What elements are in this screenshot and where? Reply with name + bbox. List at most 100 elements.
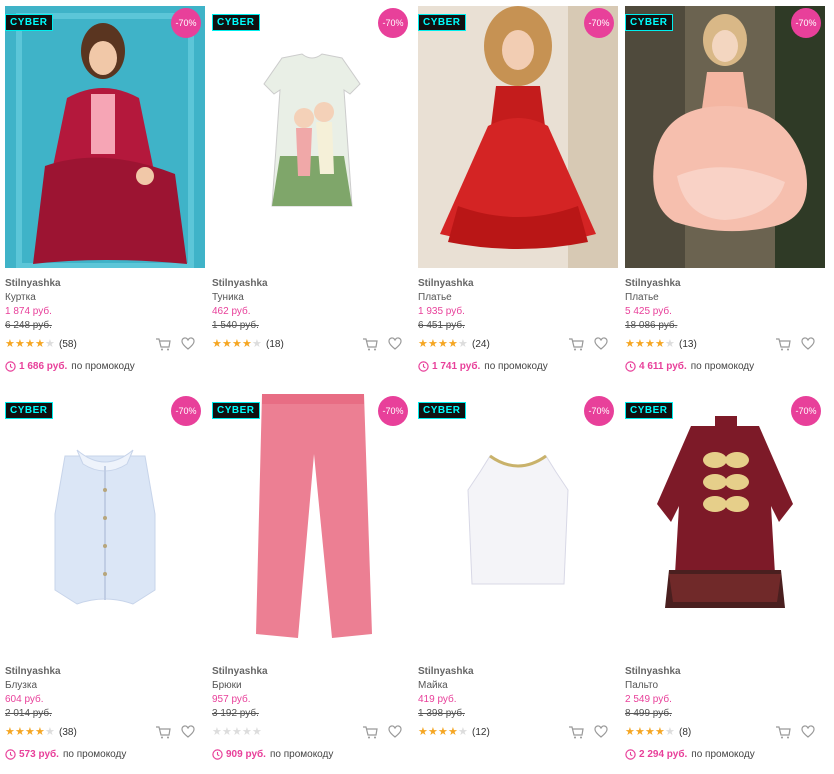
cyber-badge: CYBER	[625, 14, 673, 31]
product-old-price: 3 192 руб.	[212, 708, 259, 719]
product-type[interactable]: Туника	[212, 292, 244, 303]
promo-price: 2 294 руб.	[639, 749, 688, 760]
product-old-price: 8 499 руб.	[625, 708, 672, 719]
review-count[interactable]: (8)	[679, 727, 691, 738]
product-card[interactable]: CYBER -70% Stilnyashka Блузка 604 руб. 2…	[5, 394, 205, 774]
favorite-heart-icon[interactable]	[181, 725, 195, 739]
rating-stars: ★ ★ ★ ★ ★	[625, 338, 675, 350]
promo-label: по промокоду	[484, 361, 548, 372]
product-price: 1 935 руб.	[418, 306, 465, 317]
discount-badge: -70%	[378, 396, 408, 426]
star-icon: ★	[25, 726, 35, 738]
clock-icon	[625, 361, 636, 372]
product-card[interactable]: CYBER -70% Stilnyashka Майка 419 руб. 1 …	[418, 394, 618, 774]
product-image[interactable]	[418, 6, 618, 268]
product-price: 5 425 руб.	[625, 306, 672, 317]
product-type[interactable]: Куртка	[5, 292, 36, 303]
star-icon: ★	[458, 338, 468, 350]
favorite-heart-icon[interactable]	[594, 725, 608, 739]
clock-icon	[418, 361, 429, 372]
product-rating: ★ ★ ★ ★ ★	[212, 725, 266, 739]
review-count[interactable]: (24)	[472, 339, 490, 350]
favorite-heart-icon[interactable]	[801, 337, 815, 351]
product-brand[interactable]: Stilnyashka	[625, 666, 681, 677]
product-brand[interactable]: Stilnyashka	[212, 278, 268, 289]
discount-badge: -70%	[791, 8, 821, 38]
product-type[interactable]: Майка	[418, 680, 448, 691]
star-icon: ★	[458, 726, 468, 738]
star-icon: ★	[428, 338, 438, 350]
product-image[interactable]	[212, 6, 412, 268]
review-count[interactable]: (58)	[59, 339, 77, 350]
product-rating: ★ ★ ★ ★ ★ (8)	[625, 725, 691, 739]
favorite-heart-icon[interactable]	[388, 725, 402, 739]
product-brand[interactable]: Stilnyashka	[625, 278, 681, 289]
add-to-cart-icon[interactable]	[362, 725, 378, 739]
product-brand[interactable]: Stilnyashka	[5, 278, 61, 289]
product-type[interactable]: Блузка	[5, 680, 37, 691]
promo-price: 573 руб.	[19, 749, 59, 760]
product-image[interactable]	[212, 394, 412, 656]
star-icon: ★	[635, 726, 645, 738]
star-icon: ★	[15, 338, 25, 350]
product-card[interactable]: CYBER -70% Stilnyashka Платье 5 425 руб.…	[625, 6, 825, 386]
star-icon: ★	[25, 338, 35, 350]
clock-icon	[5, 361, 16, 372]
star-icon: ★	[242, 338, 252, 350]
add-to-cart-icon[interactable]	[568, 337, 584, 351]
add-to-cart-icon[interactable]	[568, 725, 584, 739]
discount-badge: -70%	[584, 396, 614, 426]
product-type[interactable]: Платье	[625, 292, 659, 303]
add-to-cart-icon[interactable]	[362, 337, 378, 351]
favorite-heart-icon[interactable]	[181, 337, 195, 351]
star-icon: ★	[252, 338, 262, 350]
product-image[interactable]	[418, 394, 618, 656]
add-to-cart-icon[interactable]	[775, 337, 791, 351]
product-brand[interactable]: Stilnyashka	[212, 666, 268, 677]
product-card[interactable]: CYBER -70% Stilnyashka Куртка 1 874 руб.…	[5, 6, 205, 386]
add-to-cart-icon[interactable]	[155, 337, 171, 351]
star-icon: ★	[448, 338, 458, 350]
promo-price: 4 611 руб.	[639, 361, 687, 372]
product-image[interactable]	[625, 6, 825, 268]
add-to-cart-icon[interactable]	[775, 725, 791, 739]
star-icon: ★	[212, 726, 222, 738]
product-type[interactable]: Брюки	[212, 680, 242, 691]
product-type[interactable]: Платье	[418, 292, 452, 303]
star-icon: ★	[212, 338, 222, 350]
product-card[interactable]: CYBER -70% Stilnyashka Брюки 957 руб. 3 …	[212, 394, 412, 774]
favorite-heart-icon[interactable]	[801, 725, 815, 739]
favorite-heart-icon[interactable]	[594, 337, 608, 351]
promo-price: 909 руб.	[226, 749, 266, 760]
product-type[interactable]: Пальто	[625, 680, 658, 691]
star-icon: ★	[45, 726, 55, 738]
star-icon: ★	[35, 338, 45, 350]
product-image[interactable]	[5, 394, 205, 656]
promo-line: 1 741 руб. по промокоду	[418, 361, 548, 372]
product-rating: ★ ★ ★ ★ ★ (38)	[5, 725, 77, 739]
star-icon: ★	[635, 338, 645, 350]
star-icon: ★	[655, 726, 665, 738]
discount-badge: -70%	[791, 396, 821, 426]
product-brand[interactable]: Stilnyashka	[418, 666, 474, 677]
rating-stars: ★ ★ ★ ★ ★	[5, 726, 55, 738]
add-to-cart-icon[interactable]	[155, 725, 171, 739]
product-grid: CYBER -70% Stilnyashka Куртка 1 874 руб.…	[0, 0, 834, 766]
product-image[interactable]	[5, 6, 205, 268]
favorite-heart-icon[interactable]	[388, 337, 402, 351]
product-brand[interactable]: Stilnyashka	[5, 666, 61, 677]
star-icon: ★	[645, 338, 655, 350]
product-brand[interactable]: Stilnyashka	[418, 278, 474, 289]
product-card[interactable]: CYBER -70% Stilnyashka Пальто 2 549 руб.…	[625, 394, 825, 774]
product-card[interactable]: CYBER -70% Stilnyashka Туника 462 руб. 1…	[212, 6, 412, 386]
product-rating: ★ ★ ★ ★ ★ (58)	[5, 337, 77, 351]
product-image[interactable]	[625, 394, 825, 656]
review-count[interactable]: (12)	[472, 727, 490, 738]
product-card[interactable]: CYBER -70% Stilnyashka Платье 1 935 руб.…	[418, 6, 618, 386]
review-count[interactable]: (18)	[266, 339, 284, 350]
promo-label: по промокоду	[691, 749, 755, 760]
product-old-price: 1 540 руб.	[212, 320, 259, 331]
cyber-badge: CYBER	[625, 402, 673, 419]
review-count[interactable]: (13)	[679, 339, 697, 350]
review-count[interactable]: (38)	[59, 727, 77, 738]
